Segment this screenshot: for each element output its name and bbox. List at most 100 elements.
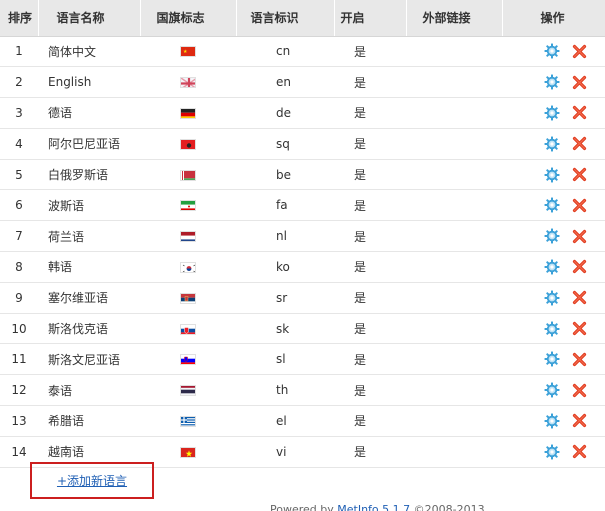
si-flag-icon xyxy=(180,354,196,366)
settings-gear-icon[interactable] xyxy=(544,197,560,213)
delete-x-icon[interactable] xyxy=(572,136,587,151)
settings-gear-icon[interactable] xyxy=(544,43,560,59)
row-actions xyxy=(502,405,605,437)
row-index: 10 xyxy=(0,313,38,345)
row-enabled: 是 xyxy=(334,251,406,283)
delete-x-icon[interactable] xyxy=(572,44,587,59)
row-flag xyxy=(140,220,236,253)
row-language-name: 塞尔维亚语 xyxy=(38,282,140,314)
footer-brand-link[interactable]: MetInfo 5.1.7 xyxy=(337,503,410,511)
row-language-code: cn xyxy=(236,36,334,68)
table-row: 4 阿尔巴尼亚语 sq 是 xyxy=(0,128,605,160)
delete-x-icon[interactable] xyxy=(572,229,587,244)
row-actions xyxy=(502,159,605,191)
row-language-code: nl xyxy=(236,220,334,253)
row-index: 6 xyxy=(0,189,38,222)
row-external-link xyxy=(406,374,502,407)
row-enabled: 是 xyxy=(334,189,406,222)
delete-x-icon[interactable] xyxy=(572,198,587,213)
row-external-link xyxy=(406,282,502,314)
row-index: 4 xyxy=(0,128,38,160)
delete-x-icon[interactable] xyxy=(572,167,587,182)
row-index: 12 xyxy=(0,374,38,407)
row-language-name: 白俄罗斯语 xyxy=(38,159,140,191)
row-enabled: 是 xyxy=(334,374,406,407)
row-index: 9 xyxy=(0,282,38,314)
settings-gear-icon[interactable] xyxy=(544,382,560,398)
delete-x-icon[interactable] xyxy=(572,290,587,305)
settings-gear-icon[interactable] xyxy=(544,105,560,121)
row-language-code: sq xyxy=(236,128,334,160)
settings-gear-icon[interactable] xyxy=(544,321,560,337)
row-enabled: 是 xyxy=(334,343,406,376)
add-language-link[interactable]: +添加新语言 xyxy=(57,472,127,489)
row-enabled: 是 xyxy=(334,97,406,129)
settings-gear-icon[interactable] xyxy=(544,444,560,460)
settings-gear-icon[interactable] xyxy=(544,413,560,429)
row-flag xyxy=(140,313,236,345)
add-language-highlight: +添加新语言 xyxy=(30,462,154,499)
settings-gear-icon[interactable] xyxy=(544,167,560,183)
row-actions xyxy=(502,97,605,129)
row-flag: ★ xyxy=(140,36,236,68)
row-index: 8 xyxy=(0,251,38,283)
delete-x-icon[interactable] xyxy=(572,383,587,398)
row-external-link xyxy=(406,436,502,468)
nl-flag-icon xyxy=(180,231,196,243)
row-external-link xyxy=(406,313,502,345)
row-index: 2 xyxy=(0,66,38,99)
footer: Powered by MetInfo 5.1.7 ©2008-2013 xyxy=(270,503,485,511)
footer-suffix: ©2008-2013 xyxy=(410,503,485,511)
delete-x-icon[interactable] xyxy=(572,444,587,459)
row-language-code: ko xyxy=(236,251,334,283)
de-flag-icon xyxy=(180,107,196,119)
row-index: 1 xyxy=(0,36,38,68)
uk-flag-icon xyxy=(180,77,196,89)
row-actions xyxy=(502,220,605,253)
settings-gear-icon[interactable] xyxy=(544,136,560,152)
svg-text:★: ★ xyxy=(183,49,188,55)
header-index: 排序 xyxy=(0,0,39,37)
delete-x-icon[interactable] xyxy=(572,75,587,90)
kr-flag-icon xyxy=(180,261,196,273)
row-language-name: 斯洛文尼亚语 xyxy=(38,343,140,376)
header-flag: 国旗标志 xyxy=(140,0,237,37)
table-row: 11 斯洛文尼亚语 sl 是 xyxy=(0,343,605,376)
row-language-code: de xyxy=(236,97,334,129)
row-actions xyxy=(502,66,605,99)
header-name: 语言名称 xyxy=(38,0,141,37)
al-flag-icon xyxy=(180,138,196,150)
row-external-link xyxy=(406,97,502,129)
row-flag xyxy=(140,251,236,283)
row-external-link xyxy=(406,66,502,99)
table-row: 5 白俄罗斯语 be 是 xyxy=(0,159,605,191)
table-row: 9 塞尔维亚语 sr 是 xyxy=(0,282,605,314)
cn-flag-icon: ★ xyxy=(180,46,196,58)
vn-flag-icon xyxy=(180,446,196,458)
row-enabled: 是 xyxy=(334,36,406,68)
delete-x-icon[interactable] xyxy=(572,352,587,367)
row-enabled: 是 xyxy=(334,405,406,437)
row-external-link xyxy=(406,128,502,160)
row-actions xyxy=(502,282,605,314)
row-enabled: 是 xyxy=(334,159,406,191)
settings-gear-icon[interactable] xyxy=(544,228,560,244)
row-actions xyxy=(502,189,605,222)
settings-gear-icon[interactable] xyxy=(544,351,560,367)
delete-x-icon[interactable] xyxy=(572,413,587,428)
delete-x-icon[interactable] xyxy=(572,105,587,120)
row-actions xyxy=(502,36,605,68)
row-language-name: 泰语 xyxy=(38,374,140,407)
row-actions xyxy=(502,343,605,376)
delete-x-icon[interactable] xyxy=(572,259,587,274)
table-row: 8 韩语 ko 是 xyxy=(0,251,605,283)
row-external-link xyxy=(406,251,502,283)
row-external-link xyxy=(406,220,502,253)
settings-gear-icon[interactable] xyxy=(544,74,560,90)
delete-x-icon[interactable] xyxy=(572,321,587,336)
settings-gear-icon[interactable] xyxy=(544,259,560,275)
row-external-link xyxy=(406,405,502,437)
row-index: 5 xyxy=(0,159,38,191)
table-header-row: 排序 语言名称 国旗标志 语言标识 开启 外部链接 操作 xyxy=(0,0,605,37)
settings-gear-icon[interactable] xyxy=(544,290,560,306)
